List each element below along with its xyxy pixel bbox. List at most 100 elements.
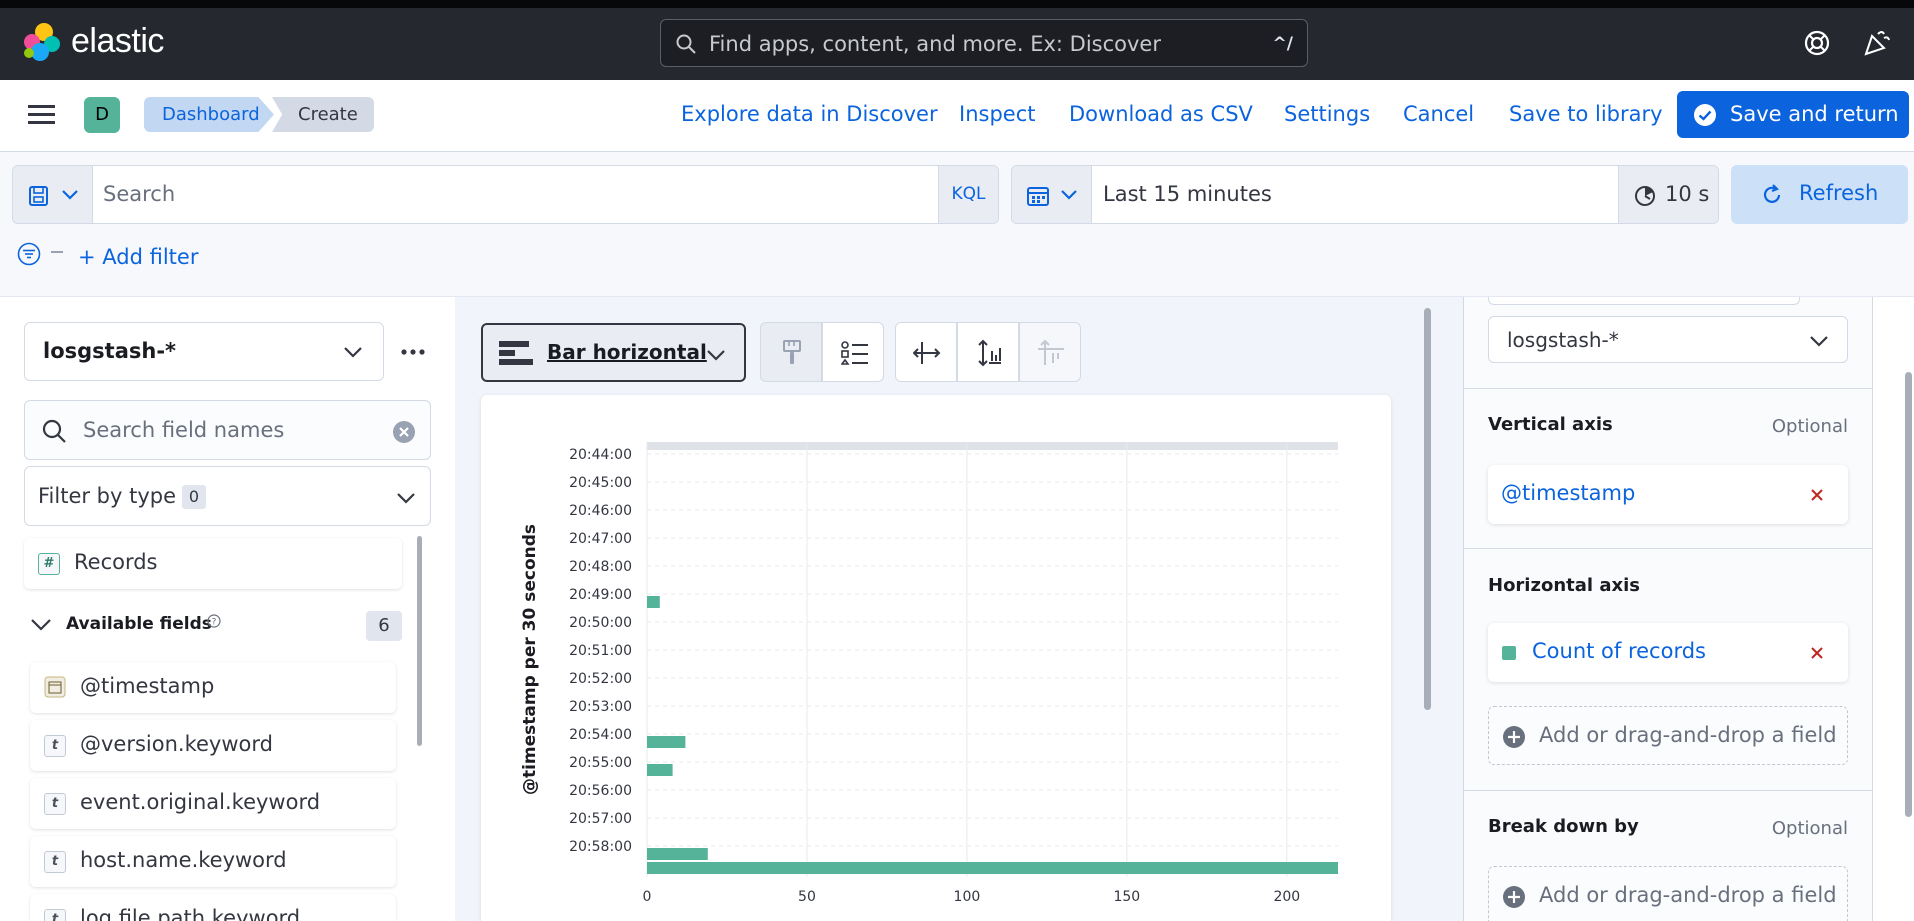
check-circle-icon <box>1694 104 1716 126</box>
query-search-input[interactable]: Search <box>103 182 175 206</box>
info-icon[interactable]: ? <box>207 614 221 628</box>
bar <box>647 862 1338 874</box>
add-field-label: Add or drag-and-drop a field <box>1539 723 1837 747</box>
chevron-down-icon <box>707 350 725 361</box>
add-breakdown-dropzone[interactable]: Add or drag-and-drop a field <box>1488 866 1848 921</box>
layer-data-view-picker[interactable]: losgstash-* <box>1488 316 1848 363</box>
elastic-logo-icon[interactable] <box>20 22 62 62</box>
cancel-link[interactable]: Cancel <box>1403 102 1474 126</box>
remove-icon[interactable] <box>1810 646 1824 660</box>
svg-text:?: ? <box>212 618 217 628</box>
field-list-scrollbar[interactable] <box>417 536 422 746</box>
breadcrumb-dashboard[interactable]: Dashboard <box>144 97 274 132</box>
filter-separator <box>51 251 63 253</box>
number-type-icon: # <box>38 553 60 575</box>
clear-icon[interactable] <box>392 420 416 444</box>
chevron-down-icon <box>62 190 78 200</box>
horizontal-axis-field[interactable]: Count of records <box>1532 639 1706 663</box>
data-view-picker[interactable]: losgstash-* <box>24 322 384 381</box>
field-item[interactable]: t log.file.path.keyword <box>30 894 396 921</box>
field-name: host.name.keyword <box>80 848 287 872</box>
chevron-down-icon[interactable] <box>30 617 52 633</box>
y-tick-label: 20:47:00 <box>569 531 632 547</box>
chart-type-label: Bar horizontal <box>547 340 707 364</box>
filter-by-type-label: Filter by type <box>38 484 177 508</box>
workspace-scrollbar[interactable] <box>1424 308 1431 710</box>
field-item[interactable]: t @version.keyword <box>30 720 396 771</box>
x-tick-label: 150 <box>1113 889 1140 905</box>
quick-select-button[interactable] <box>1012 166 1092 223</box>
config-panel-scrollbar[interactable] <box>1905 372 1912 817</box>
refresh-label: Refresh <box>1799 181 1879 205</box>
y-tick-label: 20:57:00 <box>569 811 632 827</box>
add-metric-dropzone[interactable]: Add or drag-and-drop a field <box>1488 706 1848 765</box>
filter-by-type-button[interactable]: Filter by type 0 <box>24 466 431 526</box>
divider <box>1463 388 1873 389</box>
save-and-return-label: Save and return <box>1730 102 1899 126</box>
plus-circle-icon <box>1503 726 1525 748</box>
y-tick-label: 20:45:00 <box>569 475 632 491</box>
secondary-axis-settings-button[interactable] <box>1019 322 1081 382</box>
save-to-library-link[interactable]: Save to library <box>1509 102 1663 126</box>
available-fields-count: 6 <box>366 611 402 641</box>
chart-type-switcher[interactable]: Bar horizontal <box>481 323 746 382</box>
menu-icon[interactable] <box>28 104 56 126</box>
date-picker: Last 15 minutes 10 s <box>1011 165 1719 224</box>
layer-data-view-label: losgstash-* <box>1507 328 1619 352</box>
save-and-return-button[interactable]: Save and return <box>1677 91 1909 138</box>
bar-chart[interactable]: 20:44:00 20:45:00 20:46:00 20:47:00 20:48:00… <box>481 395 1391 921</box>
x-tick-label: 50 <box>798 889 816 905</box>
layer-header-edge <box>1488 297 1800 305</box>
saved-query-button[interactable] <box>13 166 93 223</box>
save-icon <box>29 186 48 206</box>
breakdown-title: Break down by <box>1488 816 1639 837</box>
text-type-icon: t <box>44 851 66 873</box>
horizontal-axis-metric[interactable]: Count of records <box>1488 623 1848 682</box>
vertical-axis-settings-button[interactable] <box>957 322 1019 382</box>
horizontal-axis-title: Horizontal axis <box>1488 575 1640 596</box>
vertical-axis-dimension[interactable]: @timestamp <box>1488 465 1848 524</box>
chevron-down-icon <box>344 347 362 358</box>
inspect-link[interactable]: Inspect <box>959 102 1035 126</box>
field-search-input[interactable]: Search field names <box>24 400 431 460</box>
breadcrumb-create: Create <box>272 97 374 132</box>
y-tick-label: 20:46:00 <box>569 503 632 519</box>
help-icon[interactable] <box>1803 29 1831 57</box>
vertical-axis-field[interactable]: @timestamp <box>1501 481 1635 505</box>
explore-in-discover-link[interactable]: Explore data in Discover <box>681 102 938 126</box>
visual-options-button[interactable] <box>760 322 822 382</box>
field-name: event.original.keyword <box>80 790 321 814</box>
calendar-icon <box>44 676 66 698</box>
space-avatar[interactable]: D <box>84 97 120 133</box>
legend-settings-button[interactable] <box>822 322 884 382</box>
series-color-swatch[interactable] <box>1502 646 1516 660</box>
kql-language-button[interactable]: KQL <box>938 166 998 223</box>
global-search-input[interactable]: Find apps, content, and more. Ex: Discov… <box>660 19 1308 67</box>
field-name: @version.keyword <box>80 732 273 756</box>
time-range-label[interactable]: Last 15 minutes <box>1103 182 1272 206</box>
horizontal-axis-settings-button[interactable] <box>895 322 957 382</box>
settings-link[interactable]: Settings <box>1284 102 1370 126</box>
available-fields-label[interactable]: Available fields <box>66 614 212 634</box>
y-tick-label: 20:55:00 <box>569 755 632 771</box>
x-tick-label: 200 <box>1273 889 1300 905</box>
chevron-down-icon <box>1810 336 1828 347</box>
refresh-interval-button[interactable]: 10 s <box>1618 166 1718 223</box>
field-item[interactable]: t host.name.keyword <box>30 836 396 887</box>
divider <box>1463 548 1873 549</box>
x-tick-label: 0 <box>643 889 652 905</box>
y-tick-label: 20:51:00 <box>569 643 632 659</box>
brand-name[interactable]: elastic <box>71 22 164 61</box>
remove-icon[interactable] <box>1810 488 1824 502</box>
download-csv-link[interactable]: Download as CSV <box>1069 102 1253 126</box>
bar <box>647 848 708 860</box>
refresh-button[interactable]: Refresh <box>1731 165 1908 224</box>
field-item[interactable]: @timestamp <box>30 662 396 713</box>
refresh-interval-label: 10 s <box>1665 182 1710 206</box>
field-item[interactable]: t event.original.keyword <box>30 778 396 829</box>
filter-menu-icon[interactable] <box>17 242 45 270</box>
records-field[interactable]: # Records <box>24 538 402 589</box>
add-filter-button[interactable]: + Add filter <box>78 245 198 269</box>
news-feed-icon[interactable] <box>1862 28 1892 58</box>
more-options-icon[interactable] <box>400 343 426 361</box>
